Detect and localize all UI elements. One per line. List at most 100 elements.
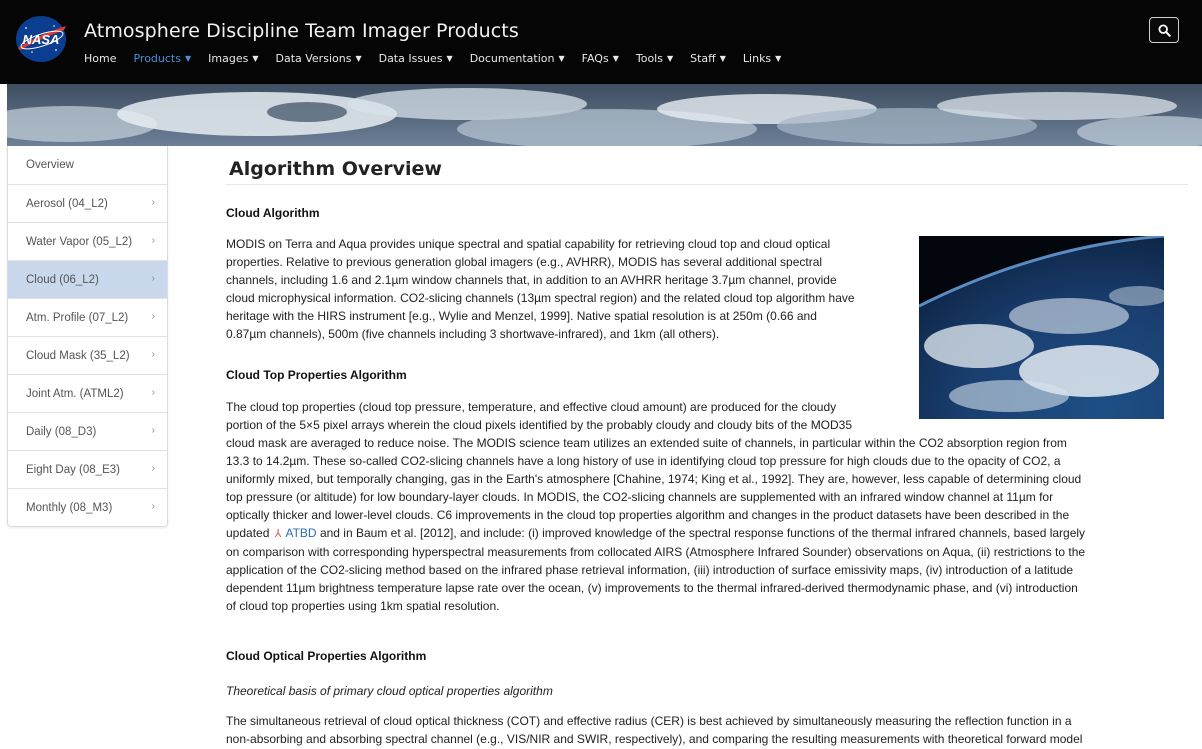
- text-line: non-absorbing and absorbing spectral cha…: [226, 732, 1083, 746]
- caret-down-icon: ▼: [775, 54, 782, 63]
- text-line: properties. Relative to previous generat…: [226, 255, 823, 269]
- sidebar-item-label: Overview: [26, 159, 74, 171]
- nav-staff-label: Staff: [690, 52, 716, 65]
- chevron-right-icon: ›: [151, 311, 155, 322]
- main-nav: Home Products ▼ Images ▼ Data Versions ▼ Da…: [84, 52, 798, 68]
- sidebar-item-eight-day[interactable]: Eight Day (08_E3) ›: [8, 450, 167, 488]
- nav-staff[interactable]: Staff ▼: [690, 52, 726, 68]
- atbd-link[interactable]: ATBD: [285, 526, 316, 540]
- caret-down-icon: ▼: [612, 54, 619, 63]
- earth-image-art: [919, 236, 1164, 419]
- section-heading-cloud-algorithm: Cloud Algorithm: [226, 206, 320, 220]
- chevron-right-icon: ›: [151, 425, 155, 436]
- sidebar-item-overview[interactable]: Overview: [8, 146, 167, 184]
- sidebar-item-label: Daily (08_D3): [26, 425, 97, 438]
- caret-down-icon: ▼: [666, 54, 674, 63]
- chevron-right-icon: ›: [151, 197, 155, 208]
- chevron-right-icon: ›: [151, 235, 155, 246]
- nav-links-label: Links: [742, 52, 772, 65]
- nav-links[interactable]: Links ▼: [743, 52, 781, 68]
- sidebar-item-label: Cloud Mask (35_L2): [26, 349, 130, 362]
- nav-documentation[interactable]: Documentation ▼: [470, 52, 565, 68]
- text-fragment: and in Baum et al. [2012], and include: …: [319, 526, 1086, 540]
- nav-images[interactable]: Images ▼: [208, 52, 258, 68]
- section-heading-cloud-top: Cloud Top Properties Algorithm: [226, 368, 407, 382]
- text-line: portion of the 5×5 pixel arrays wherein …: [226, 418, 853, 432]
- text-line: heritage with the HIRS instrument [e.g.,…: [226, 309, 817, 323]
- search-button[interactable]: [1149, 17, 1179, 43]
- text-line: The cloud top properties (cloud top pres…: [226, 400, 837, 414]
- chevron-right-icon: ›: [151, 273, 155, 284]
- earth-from-space-image: [919, 236, 1164, 419]
- nav-data-issues-label: Data Issues: [378, 52, 443, 65]
- text-fragment: updated: [226, 526, 270, 540]
- pdf-icon: ⅄: [274, 528, 282, 540]
- nav-images-label: Images: [208, 52, 249, 65]
- sidebar-item-label: Monthly (08_M3): [26, 501, 113, 514]
- title-divider: [226, 184, 1188, 185]
- sidebar-item-aerosol[interactable]: Aerosol (04_L2) ›: [8, 184, 167, 222]
- sidebar-item-joint-atm[interactable]: Joint Atm. (ATML2) ›: [8, 374, 167, 412]
- text-line: channels, including 1.6 and 2.1µm window…: [226, 273, 837, 287]
- text-line: MODIS on Terra and Aqua provides unique …: [226, 237, 831, 251]
- site-title[interactable]: Atmosphere Discipline Team Imager Produc…: [84, 20, 519, 42]
- text-line: application of the CO2-slicing method ba…: [226, 563, 1074, 577]
- sidebar-item-label: Aerosol (04_L2): [26, 197, 108, 210]
- sidebar-item-daily[interactable]: Daily (08_D3) ›: [8, 412, 167, 450]
- chevron-right-icon: ›: [151, 387, 155, 398]
- nav-home[interactable]: Home: [84, 52, 116, 68]
- text-line: on comparison with corresponding hypersp…: [226, 545, 1086, 559]
- text-line: cloud mask are averaged to reduce noise.…: [226, 436, 1067, 450]
- section-heading-cloud-optical: Cloud Optical Properties Algorithm: [226, 649, 427, 663]
- cloud-optical-paragraph: The simultaneous retrieval of cloud opti…: [226, 712, 1188, 748]
- hurricane-banner: [7, 84, 1202, 146]
- chevron-right-icon: ›: [151, 349, 155, 360]
- nav-data-versions[interactable]: Data Versions ▼: [275, 52, 361, 68]
- cloud-algorithm-paragraph: MODIS on Terra and Aqua provides unique …: [226, 235, 916, 343]
- sidebar-item-label: Cloud (06_L2): [26, 273, 99, 286]
- nav-data-issues[interactable]: Data Issues ▼: [379, 52, 453, 68]
- text-line: optically thicker and lower-level clouds…: [226, 508, 1070, 522]
- nav-faqs-label: FAQs: [581, 52, 609, 65]
- text-line: The simultaneous retrieval of cloud opti…: [226, 714, 1072, 728]
- nav-tools[interactable]: Tools ▼: [636, 52, 673, 68]
- text-line: top pressure (or altitude) for low bound…: [226, 490, 1054, 504]
- text-line: of cloud top properties using 1km spatia…: [226, 599, 500, 613]
- caret-down-icon: ▼: [355, 54, 362, 63]
- chevron-right-icon: ›: [151, 501, 155, 512]
- cloud-top-paragraph: The cloud top properties (cloud top pres…: [226, 398, 1188, 615]
- nav-home-label: Home: [84, 52, 117, 65]
- search-icon: [1157, 23, 1171, 37]
- caret-down-icon: ▼: [558, 54, 565, 63]
- sidebar-item-label: Eight Day (08_E3): [26, 463, 120, 476]
- nav-products-label: Products: [133, 52, 181, 65]
- text-line: uniformly mixed, but temporally changing…: [226, 472, 1082, 486]
- nav-products[interactable]: Products ▼: [133, 52, 191, 68]
- text-line: 0.87µm channels), 500m (five channels in…: [226, 327, 720, 341]
- nasa-logo[interactable]: NASA: [14, 14, 68, 64]
- text-line-with-link: updated ⅄ ATBD and in Baum et al. [2012],…: [226, 524, 1188, 543]
- sidebar-item-label: Joint Atm. (ATML2): [26, 387, 124, 400]
- banner-clouds: [7, 84, 1202, 146]
- top-navbar: NASA Atmosphere Discipline Team Imager P…: [0, 0, 1202, 84]
- sidebar-item-label: Atm. Profile (07_L2): [26, 311, 129, 324]
- sidebar-item-water-vapor[interactable]: Water Vapor (05_L2) ›: [8, 222, 167, 260]
- text-line: dependent 11µm brightness temperature la…: [226, 581, 1078, 595]
- caret-down-icon: ▼: [252, 54, 259, 63]
- svg-text:NASA: NASA: [23, 32, 60, 47]
- chevron-right-icon: ›: [151, 463, 155, 474]
- cloud-optical-subheading: Theoretical basis of primary cloud optic…: [226, 684, 553, 698]
- nav-tools-label: Tools: [635, 52, 663, 65]
- sidebar-item-cloud-mask[interactable]: Cloud Mask (35_L2) ›: [8, 336, 167, 374]
- sidebar-item-cloud[interactable]: Cloud (06_L2) ›: [8, 260, 167, 298]
- caret-down-icon: ▼: [719, 54, 726, 63]
- sidebar-nav: Overview Aerosol (04_L2) › Water Vapor (0…: [7, 146, 168, 527]
- nav-data-versions-label: Data Versions: [275, 52, 352, 65]
- nav-faqs[interactable]: FAQs ▼: [582, 52, 619, 68]
- caret-down-icon: ▼: [446, 54, 453, 63]
- sidebar-item-atm-profile[interactable]: Atm. Profile (07_L2) ›: [8, 298, 167, 336]
- page-title: Algorithm Overview: [229, 158, 442, 180]
- caret-down-icon: ▼: [184, 54, 192, 63]
- text-line: 13.3 to 14.2µm. These so-called CO2-slic…: [226, 454, 1061, 468]
- sidebar-item-monthly[interactable]: Monthly (08_M3) ›: [8, 488, 167, 526]
